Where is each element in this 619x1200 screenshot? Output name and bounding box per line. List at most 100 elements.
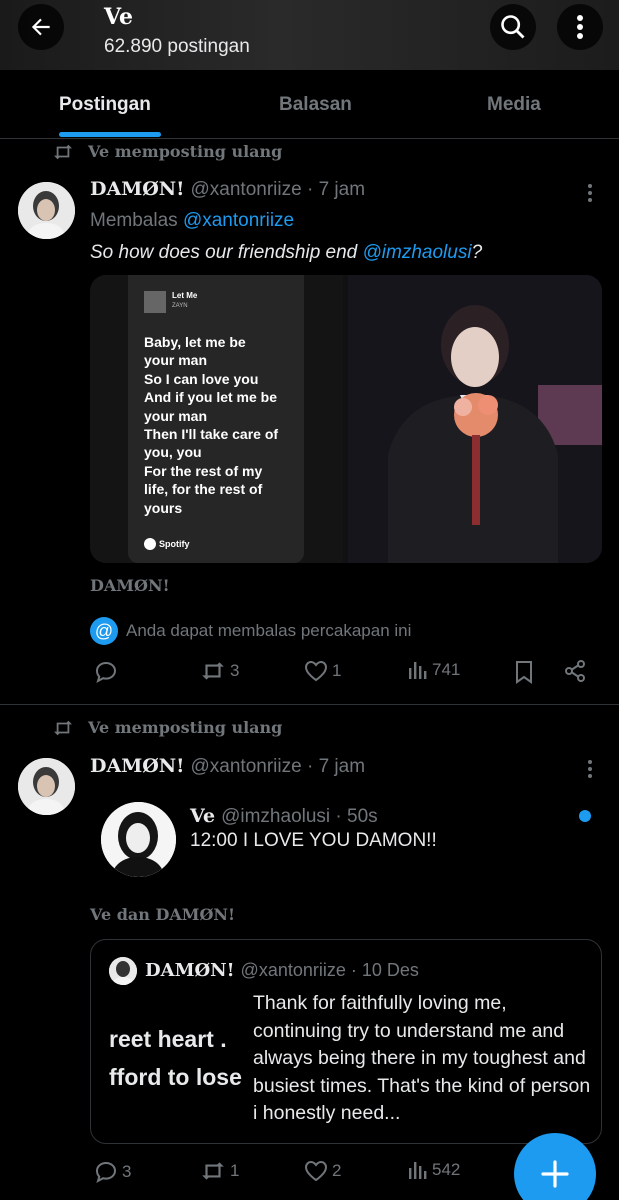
embedded-avatar[interactable] [101,802,176,877]
lyric-line: Then I'll take care of [144,426,279,443]
share-button[interactable] [564,660,586,682]
people-line: Ve dan DAMØN! [90,905,236,924]
lyric-line: you, you [144,444,202,461]
search-icon [501,15,525,39]
tab-media[interactable]: Media [487,94,541,116]
author-name[interactable]: DAMØN! [90,178,185,200]
like-count: 2 [332,1161,342,1180]
lyric-line: And if you let me be [144,389,278,406]
repost-indicator-2: Ve memposting ulang [52,718,282,737]
quote-image-text-2: fford to lose [109,1064,242,1090]
quote-author-line: DAMØN! @xantonriize · 10 Des [145,960,419,981]
heart-icon [304,660,328,682]
avatar[interactable] [18,758,75,815]
tab-postingan[interactable]: Postingan [59,94,151,116]
media-right-photo [348,275,602,563]
repost-count: 1 [230,1161,240,1180]
post-text: So how does our friendship end @imzhaolu… [90,242,482,264]
at-sign-icon: @ [90,617,118,645]
post-author-line: DAMØN! @xantonriize · 7 jam [90,178,365,201]
lyric-line: your man [144,407,208,424]
post-divider [0,704,619,705]
views-button[interactable]: 542 [408,1160,460,1180]
bar-chart-icon [409,662,427,679]
song-artist: ZAYN [172,303,188,309]
author-name[interactable]: DAMØN! [90,755,185,777]
like-button[interactable]: 2 [304,1160,341,1182]
avatar[interactable] [18,182,75,239]
repost-button[interactable]: 3 [200,660,239,682]
reply-notice-text: Anda dapat membalas percakapan ini [126,621,412,640]
lyric-line: yours [144,499,183,516]
reply-button[interactable] [94,660,122,684]
spotify-icon [144,538,156,550]
album-art [144,291,166,313]
lyrics-card: Let Me ZAYN Baby, let me be your man So I … [128,275,304,563]
author-handle-time: @xantonriize · 7 jam [190,756,366,777]
repost-icon [54,144,72,159]
active-tab-indicator [59,132,161,137]
media-caption: DAMØN! [90,576,170,595]
search-button[interactable] [490,4,536,50]
view-count: 741 [432,660,461,679]
embedded-handle-time: @imzhaolusi · 50s [221,806,378,827]
profile-tabs: Postingan Balasan Media [0,70,619,139]
post-media[interactable]: Let Me ZAYN Baby, let me be your man So I … [90,275,602,563]
post-more-button[interactable] [588,184,594,205]
post-text-end: ? [471,242,483,263]
more-options-button[interactable] [557,4,603,50]
post-text-body: So how does our friendship end [90,242,358,263]
plus-icon [541,1160,569,1188]
bookmark-button[interactable] [514,660,534,684]
lyric-line: Baby, let me be [144,334,246,350]
post-more-button[interactable] [588,760,594,781]
comment-icon [95,661,117,684]
lyric-line: life, for the rest of [144,481,263,498]
repost-count: 3 [230,661,240,680]
spotify-brand: Spotify [144,538,190,550]
comment-icon [95,1161,117,1184]
lyric-line: So I can love you [144,370,259,387]
quote-handle-time: @xantonriize · 10 Des [240,960,419,980]
post-mention[interactable]: @imzhaolusi [363,242,472,263]
repost-label: Ve memposting ulang [88,142,283,161]
back-button[interactable] [18,4,64,50]
tab-balasan[interactable]: Balasan [279,94,352,116]
quote-card[interactable]: DAMØN! @xantonriize · 10 Des reet heart … [90,939,602,1144]
lyric-line: your man [144,352,208,369]
profile-name: Ve [104,4,134,30]
repost-icon [54,720,72,735]
media-left: Let Me ZAYN Baby, let me be your man So I … [90,275,343,563]
bar-chart-icon [409,1162,427,1179]
like-button[interactable]: 1 [304,660,341,682]
embedded-author-line: Ve @imzhaolusi · 50s [190,805,378,828]
quote-image-text-1: reet heart . [109,1026,227,1052]
like-count: 1 [332,661,342,680]
repost-icon [202,662,224,680]
song-title: Let Me [172,291,198,300]
quote-image: reet heart . fford to lose [91,992,243,1143]
share-icon [565,660,585,682]
reply-context: Membalas @xantonriize [90,210,294,232]
reply-mention[interactable]: @xantonriize [183,210,294,231]
reply-count: 3 [122,1162,132,1181]
spotify-label: Spotify [159,539,190,549]
heart-icon [304,1160,328,1182]
author-handle-time: @xantonriize · 7 jam [190,179,366,200]
unread-dot [579,810,591,822]
views-button[interactable]: 741 [408,660,460,680]
reply-button[interactable]: 3 [94,1160,131,1184]
repost-icon [202,1162,224,1180]
quote-author-name: DAMØN! [145,960,235,981]
reply-notice: @ Anda dapat membalas percakapan ini [90,617,411,645]
embedded-author-name[interactable]: Ve [190,805,215,827]
repost-indicator: Ve memposting ulang [52,142,282,161]
lyrics-text: Baby, let me be your man So I can love you… [144,333,278,517]
view-count: 542 [432,1160,461,1179]
post-author-line-2: DAMØN! @xantonriize · 7 jam [90,755,365,778]
embedded-text: 12:00 I LOVE YOU DAMON!! [190,830,437,851]
repost-button[interactable]: 1 [200,1160,239,1182]
lyric-line: For the rest of my [144,462,263,479]
quote-text: Thank for faithfully loving me, continui… [253,992,591,1124]
bookmark-icon [516,661,532,684]
